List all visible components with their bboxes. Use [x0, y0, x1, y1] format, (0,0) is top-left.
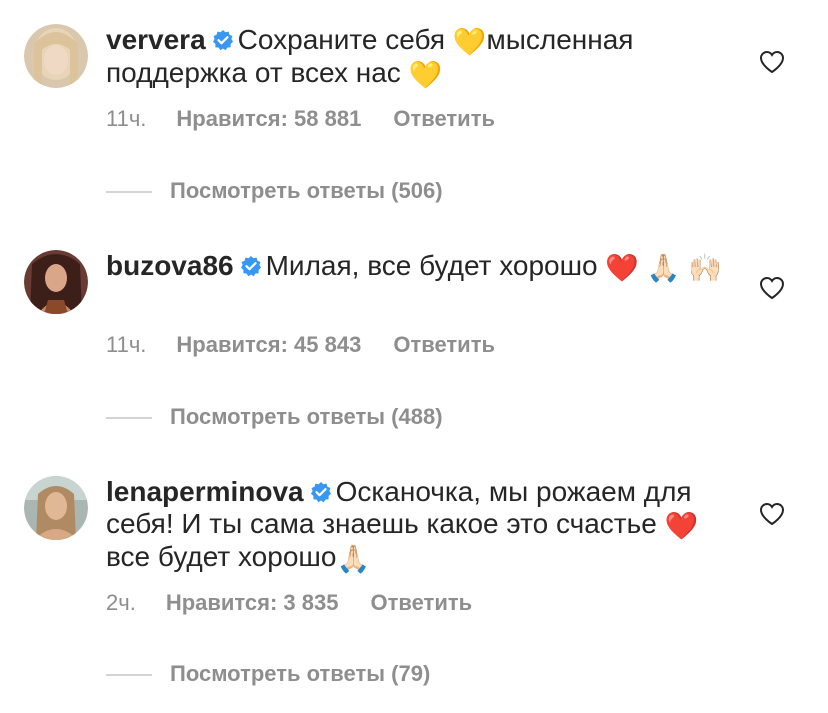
comment-time: 11ч.: [106, 332, 147, 357]
comment-username[interactable]: buzova86: [106, 250, 234, 281]
avatar[interactable]: [24, 250, 88, 314]
red-heart-emoji: ❤️: [664, 511, 699, 541]
reply-button[interactable]: Ответить: [393, 106, 495, 131]
verified-badge-icon: [212, 26, 234, 51]
replies-divider: [106, 191, 152, 194]
view-replies-label: Посмотреть ответы (506): [170, 178, 443, 203]
replies-divider: [106, 674, 152, 677]
raising-hands-emoji: 🙌🏻: [688, 253, 722, 283]
comment-text: ververa Сохраните себя 💛мысленная поддерж…: [106, 24, 726, 90]
yellow-heart-emoji: 💛: [408, 60, 443, 90]
avatar[interactable]: [24, 24, 88, 88]
like-heart-icon[interactable]: [759, 50, 785, 74]
reply-button[interactable]: Ответить: [393, 332, 495, 357]
comment-body: все будет хорошо: [106, 541, 337, 572]
like-heart-icon[interactable]: [759, 502, 785, 526]
avatar[interactable]: [24, 476, 88, 540]
view-replies-button[interactable]: Посмотреть ответы (506): [106, 178, 443, 204]
comment-likes[interactable]: Нравится: 45 843: [176, 332, 361, 357]
yellow-heart-emoji: 💛: [452, 27, 487, 57]
avatar-image: [24, 476, 88, 540]
comment-username[interactable]: lenaperminova: [106, 476, 304, 507]
folded-hands-emoji: 🙏🏻: [646, 253, 681, 283]
avatar-image: [24, 24, 88, 88]
comment-body: Милая, все будет хорошо: [265, 250, 606, 281]
comment-username[interactable]: ververa: [106, 24, 206, 55]
verified-badge-icon: [240, 252, 262, 277]
red-heart-emoji: ❤️: [605, 253, 640, 283]
reply-button[interactable]: Ответить: [370, 590, 472, 615]
view-replies-label: Посмотреть ответы (79): [170, 661, 431, 686]
comment-time: 11ч.: [106, 106, 147, 131]
verified-badge-icon: [310, 478, 332, 503]
comment-body: Сохраните себя: [237, 24, 453, 55]
comment-text: buzova86 Милая, все будет хорошо ❤️ 🙏🏻 🙌🏻: [106, 250, 726, 283]
folded-hands-emoji: 🙏🏻: [336, 544, 371, 574]
comment-meta: 2ч. Нравится: 3 835 Ответить: [106, 590, 472, 616]
view-replies-button[interactable]: Посмотреть ответы (79): [106, 661, 430, 687]
comment-meta: 11ч. Нравится: 58 881 Ответить: [106, 106, 495, 132]
like-heart-icon[interactable]: [759, 276, 785, 300]
comment-likes[interactable]: Нравится: 58 881: [176, 106, 361, 131]
replies-divider: [106, 417, 152, 420]
comment-likes[interactable]: Нравится: 3 835: [166, 590, 339, 615]
view-replies-button[interactable]: Посмотреть ответы (488): [106, 404, 443, 430]
comment-time: 2ч.: [106, 590, 136, 615]
avatar-image: [24, 250, 88, 314]
comment-text: lenaperminova Осканочка, мы рожаем для се…: [106, 476, 726, 574]
comment-meta: 11ч. Нравится: 45 843 Ответить: [106, 332, 495, 358]
view-replies-label: Посмотреть ответы (488): [170, 404, 443, 429]
